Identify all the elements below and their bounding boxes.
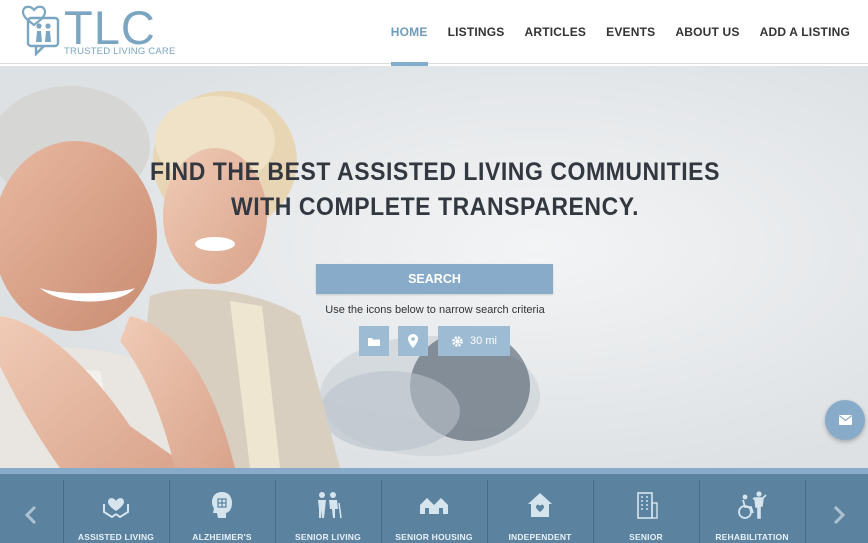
category-label: INDEPENDENT — [508, 532, 572, 542]
nav-about-us[interactable]: ABOUT US — [675, 0, 739, 64]
site-header: TLC TRUSTED LIVING CARE HOME LISTINGS AR… — [0, 0, 868, 66]
hero-headline-line1: FIND THE BEST ASSISTED LIVING COMMUNITIE… — [150, 158, 720, 186]
radius-filter-button[interactable]: 30 mi — [438, 326, 510, 356]
folder-icon — [368, 337, 380, 346]
category-label: SENIOR LIVING — [295, 532, 361, 542]
location-filter-button[interactable] — [398, 326, 428, 356]
category-carousel: ASSISTED LIVING ALZHEIMER'S SENIOR LIVIN… — [0, 468, 868, 543]
hero-headline-line2: WITH COMPLETE TRANSPARENCY. — [230, 193, 640, 221]
category-senior[interactable]: SENIOR — [593, 480, 698, 543]
carousel-next-button[interactable] — [808, 480, 868, 543]
category-alzheimers[interactable]: ALZHEIMER'S — [169, 480, 274, 543]
nav-events[interactable]: EVENTS — [606, 0, 655, 64]
radius-value: 30 mi — [470, 335, 497, 347]
envelope-icon — [838, 415, 852, 425]
category-label: ASSISTED LIVING — [77, 532, 155, 542]
logo-subtitle: TRUSTED LIVING CARE — [64, 46, 176, 57]
contact-button[interactable] — [825, 400, 865, 440]
site-logo[interactable]: TLC TRUSTED LIVING CARE — [20, 1, 175, 60]
category-label: ALZHEIMER'S — [192, 532, 252, 542]
elderly-couple-icon — [318, 492, 342, 519]
nav-home[interactable]: HOME — [390, 0, 428, 66]
category-rehabilitation[interactable]: REHABILITATION — [699, 480, 804, 543]
category-independent[interactable]: INDEPENDENT — [487, 480, 592, 543]
carousel-prev-button[interactable] — [0, 480, 62, 543]
map-pin-icon — [408, 334, 418, 348]
head-puzzle-icon — [212, 492, 232, 518]
search-button[interactable]: SEARCH — [316, 264, 553, 294]
search-hint: Use the icons below to narrow search cri… — [325, 304, 545, 316]
category-label: REHABILITATION — [715, 532, 789, 542]
hero-banner: FIND THE BEST ASSISTED LIVING COMMUNITIE… — [0, 66, 868, 468]
chevron-left-icon — [25, 505, 37, 524]
chevron-right-icon — [833, 505, 845, 524]
house-heart-icon — [528, 493, 552, 517]
building-icon — [637, 492, 658, 519]
nav-articles[interactable]: ARTICLES — [525, 0, 587, 64]
houses-icon — [420, 498, 448, 514]
nav-add-a-listing[interactable]: ADD A LISTING — [760, 0, 850, 64]
category-label: SENIOR — [629, 532, 663, 542]
category-senior-housing[interactable]: SENIOR HOUSING — [381, 480, 486, 543]
category-label: SENIOR HOUSING — [395, 532, 473, 542]
category-assisted-living[interactable]: ASSISTED LIVING — [63, 480, 168, 543]
heart-hands-icon — [103, 498, 129, 518]
wheelchair-icon — [738, 491, 767, 519]
gear-icon — [452, 335, 463, 347]
nav-listings[interactable]: LISTINGS — [448, 0, 505, 64]
logo-icon — [21, 5, 60, 56]
category-filter-button[interactable] — [359, 326, 389, 356]
main-nav: HOME LISTINGS ARTICLES EVENTS ABOUT US A… — [371, 0, 850, 66]
category-senior-living[interactable]: SENIOR LIVING — [275, 480, 380, 543]
